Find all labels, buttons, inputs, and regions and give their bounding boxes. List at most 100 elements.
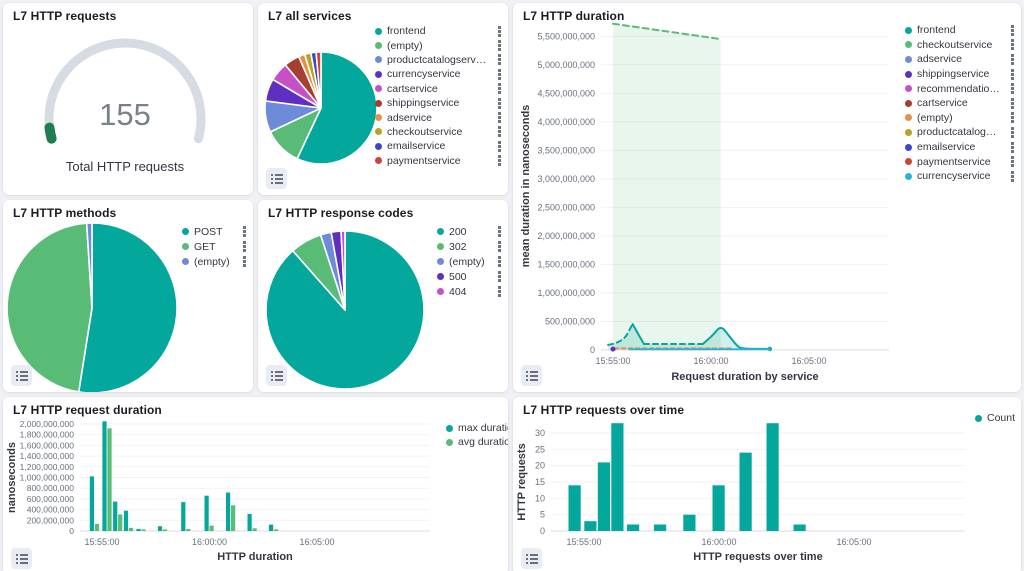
- legend-item[interactable]: paymentservice: [375, 154, 504, 168]
- bar-Count[interactable]: [627, 525, 639, 532]
- legend-item[interactable]: productcatalogservice: [375, 53, 504, 67]
- bar-Count[interactable]: [611, 423, 623, 531]
- legend-label[interactable]: adservice: [387, 112, 487, 124]
- legend-actions-icon[interactable]: [240, 225, 249, 238]
- legend-item[interactable]: shippingservice: [375, 96, 504, 110]
- legend-label[interactable]: paymentservice: [387, 155, 487, 167]
- legend-item[interactable]: Count: [975, 411, 1015, 425]
- bar-Count[interactable]: [569, 485, 581, 531]
- bar-Count[interactable]: [598, 462, 610, 531]
- legend-item[interactable]: max duration: [446, 421, 508, 435]
- legend-toggle-button[interactable]: [266, 365, 287, 386]
- legend-label[interactable]: (empty): [917, 112, 1000, 124]
- legend-label[interactable]: 200: [449, 226, 487, 238]
- legend-toggle-button[interactable]: [266, 168, 287, 189]
- legend-label[interactable]: cartservice: [917, 97, 1000, 109]
- legend-item[interactable]: avg duration: [446, 435, 508, 449]
- legend-actions-icon[interactable]: [1008, 141, 1017, 154]
- legend-label[interactable]: productcatalogservice: [387, 54, 487, 66]
- legend-label[interactable]: shippingservice: [387, 97, 487, 109]
- legend-label[interactable]: (empty): [387, 40, 487, 52]
- bar-avg duration[interactable]: [118, 514, 122, 531]
- legend-actions-icon[interactable]: [495, 82, 504, 95]
- bar-max duration[interactable]: [248, 514, 252, 531]
- legend-item[interactable]: frontend: [905, 23, 1017, 38]
- legend-actions-icon[interactable]: [495, 39, 504, 52]
- bar-max duration[interactable]: [181, 502, 185, 531]
- legend-label[interactable]: currencyservice: [387, 68, 487, 80]
- legend-actions-icon[interactable]: [495, 225, 504, 238]
- legend-item[interactable]: currencyservice: [905, 169, 1017, 184]
- bar-avg duration[interactable]: [253, 528, 257, 531]
- legend-actions-icon[interactable]: [240, 255, 249, 268]
- legend-actions-icon[interactable]: [1008, 53, 1017, 66]
- bar-Count[interactable]: [740, 453, 752, 531]
- legend-item[interactable]: 200: [437, 224, 504, 239]
- legend-label[interactable]: productcatalogservice: [917, 126, 1000, 138]
- legend-label[interactable]: checkoutservice: [387, 126, 487, 138]
- legend-actions-icon[interactable]: [1008, 111, 1017, 124]
- legend-actions-icon[interactable]: [495, 240, 504, 253]
- legend-toggle-button[interactable]: [11, 548, 32, 569]
- bar-avg duration[interactable]: [210, 526, 214, 531]
- legend-label[interactable]: frontend: [387, 25, 487, 37]
- legend-actions-icon[interactable]: [1008, 170, 1017, 183]
- legend-label[interactable]: Count: [987, 412, 1015, 424]
- legend-actions-icon[interactable]: [495, 97, 504, 110]
- legend-item[interactable]: currencyservice: [375, 67, 504, 81]
- bar-avg duration[interactable]: [107, 428, 111, 531]
- bar-Count[interactable]: [584, 521, 596, 531]
- legend-item[interactable]: checkoutservice: [375, 125, 504, 139]
- bar-Count[interactable]: [713, 485, 725, 531]
- legend-actions-icon[interactable]: [495, 111, 504, 124]
- legend-item[interactable]: paymentservice: [905, 154, 1017, 169]
- legend-item[interactable]: emailservice: [905, 140, 1017, 155]
- legend-toggle-button[interactable]: [11, 365, 32, 386]
- legend-actions-icon[interactable]: [1008, 68, 1017, 81]
- legend-item[interactable]: POST: [182, 224, 249, 239]
- legend-item[interactable]: frontend: [375, 24, 504, 38]
- bar-max duration[interactable]: [205, 496, 209, 531]
- legend-item[interactable]: (empty): [437, 254, 504, 269]
- bar-max duration[interactable]: [158, 526, 162, 531]
- legend-label[interactable]: max duration: [458, 422, 508, 434]
- legend-actions-icon[interactable]: [1008, 126, 1017, 139]
- legend-actions-icon[interactable]: [495, 255, 504, 268]
- legend-label[interactable]: 404: [449, 286, 487, 298]
- legend-label[interactable]: checkoutservice: [917, 39, 1000, 51]
- bar-avg duration[interactable]: [274, 529, 278, 531]
- legend-label[interactable]: (empty): [194, 256, 232, 268]
- legend-item[interactable]: (empty): [375, 38, 504, 52]
- legend-item[interactable]: emailservice: [375, 139, 504, 153]
- legend-actions-icon[interactable]: [1008, 24, 1017, 37]
- legend-item[interactable]: cartservice: [905, 96, 1017, 111]
- legend-label[interactable]: cartservice: [387, 83, 487, 95]
- bar-avg duration[interactable]: [231, 505, 235, 531]
- legend-label[interactable]: recommendationservice: [917, 83, 1000, 95]
- legend-item[interactable]: 302: [437, 239, 504, 254]
- legend-item[interactable]: (empty): [182, 254, 249, 269]
- legend-toggle-button[interactable]: [521, 548, 542, 569]
- bar-Count[interactable]: [683, 515, 695, 531]
- bar-avg duration[interactable]: [186, 529, 190, 531]
- legend-label[interactable]: 302: [449, 241, 487, 253]
- bar-max duration[interactable]: [124, 511, 128, 531]
- legend-actions-icon[interactable]: [495, 285, 504, 298]
- legend-toggle-button[interactable]: [521, 365, 542, 386]
- legend-item[interactable]: recommendationservice: [905, 81, 1017, 96]
- legend-item[interactable]: productcatalogservice: [905, 125, 1017, 140]
- legend-label[interactable]: avg duration: [458, 436, 508, 448]
- legend-actions-icon[interactable]: [495, 140, 504, 153]
- bar-max duration[interactable]: [226, 493, 230, 532]
- bar-avg duration[interactable]: [129, 528, 133, 531]
- legend-actions-icon[interactable]: [495, 154, 504, 167]
- legend-label[interactable]: POST: [194, 226, 232, 238]
- legend-label[interactable]: 500: [449, 271, 487, 283]
- legend-label[interactable]: emailservice: [917, 141, 1000, 153]
- bar-max duration[interactable]: [102, 421, 106, 531]
- bar-max duration[interactable]: [136, 529, 140, 531]
- legend-actions-icon[interactable]: [495, 125, 504, 138]
- legend-actions-icon[interactable]: [1008, 38, 1017, 51]
- legend-label[interactable]: GET: [194, 241, 232, 253]
- legend-item[interactable]: 500: [437, 269, 504, 284]
